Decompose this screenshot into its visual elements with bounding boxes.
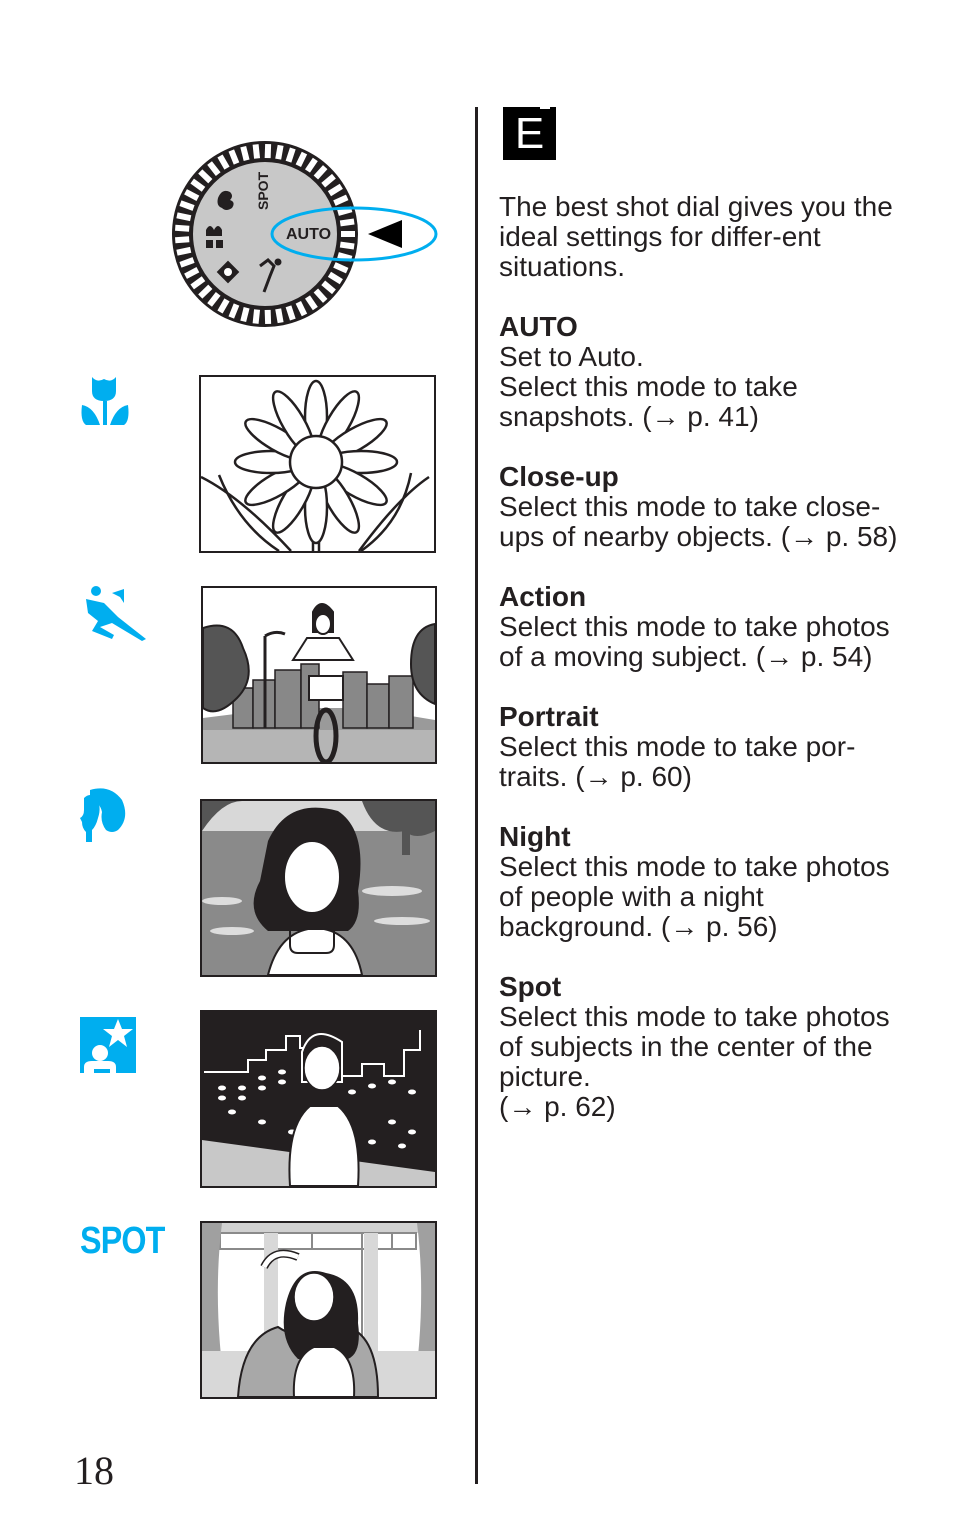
mode-title: Close-up — [499, 461, 619, 492]
city-light — [368, 1139, 376, 1145]
dial-tick — [175, 236, 190, 244]
night-icon — [80, 1017, 136, 1073]
mode-description: Select this mode to take photos of a mov… — [499, 611, 890, 672]
city-light — [278, 1069, 286, 1075]
mode-description: Select this mode to take snapshots. (→ p… — [499, 371, 798, 432]
city-light — [408, 1089, 416, 1095]
dial-tick — [264, 309, 272, 325]
intro-paragraph: The best shot dial gives you the ideal s… — [499, 191, 893, 282]
city-light — [228, 1109, 236, 1115]
dial-spot-label: SPOT — [255, 171, 271, 210]
mode-section-action: Action Select this mode to take photos of… — [499, 582, 919, 672]
city-light — [398, 1143, 406, 1149]
city-light — [348, 1089, 356, 1095]
city-light — [238, 1085, 246, 1091]
mode-title: AUTO — [499, 311, 578, 342]
portrait-icon — [80, 788, 128, 844]
dial-tick — [264, 143, 272, 159]
mode-title: Action — [499, 581, 587, 612]
mode-description: Select this mode to take photos of subje… — [499, 1001, 890, 1092]
mode-title: Spot — [499, 971, 562, 1002]
closeup-illustration — [199, 375, 436, 553]
action-icon — [82, 585, 148, 641]
mode-description: (→ p. 62) — [499, 1091, 616, 1122]
mode-title: Portrait — [499, 701, 599, 732]
city-light — [258, 1085, 266, 1091]
dial-pointer-icon — [368, 220, 402, 248]
city-light — [408, 1129, 416, 1135]
night-illustration — [200, 1010, 437, 1188]
mode-description: Select this mode to take photos of peopl… — [499, 851, 890, 942]
city-light — [368, 1083, 376, 1089]
spot-mode-icon: SPOT — [80, 1220, 165, 1262]
mode-section-close-up: Close-up Select this mode to take close-u… — [499, 462, 919, 552]
dial-tick — [175, 224, 190, 232]
mode-section-auto: AUTO Set to Auto. Select this mode to take… — [499, 312, 919, 432]
city-light — [388, 1079, 396, 1085]
city-light — [218, 1085, 226, 1091]
mode-section-spot: Spot Select this mode to take photos of s… — [499, 972, 919, 1122]
section-tab: E — [503, 107, 556, 160]
closeup-icon — [80, 375, 130, 427]
mode-title: Night — [499, 821, 571, 852]
best-shot-dial: SPOT AUTO — [168, 138, 443, 333]
spot-illustration — [200, 1221, 437, 1399]
portrait-illustration — [200, 799, 437, 977]
mode-description: Set to Auto. — [499, 341, 644, 372]
dial-tick — [341, 231, 355, 237]
city-light — [278, 1079, 286, 1085]
mode-description: Select this mode to take close-ups of ne… — [499, 491, 898, 552]
mode-section-night: Night Select this mode to take photos of … — [499, 822, 919, 942]
page-number: 18 — [74, 1448, 114, 1493]
city-light — [388, 1119, 396, 1125]
city-light — [258, 1119, 266, 1125]
action-illustration — [201, 586, 437, 764]
city-light — [218, 1095, 226, 1101]
city-light — [258, 1075, 266, 1081]
mode-section-portrait: Portrait Select this mode to take por-tra… — [499, 702, 919, 792]
section-tab-notch — [540, 103, 550, 109]
city-light — [238, 1095, 246, 1101]
mode-description: Select this mode to take por-traits. (→ … — [499, 731, 856, 792]
column-divider — [475, 107, 478, 1484]
description-column: The best shot dial gives you the ideal s… — [499, 192, 919, 1152]
dial-auto-label: AUTO — [286, 226, 331, 243]
